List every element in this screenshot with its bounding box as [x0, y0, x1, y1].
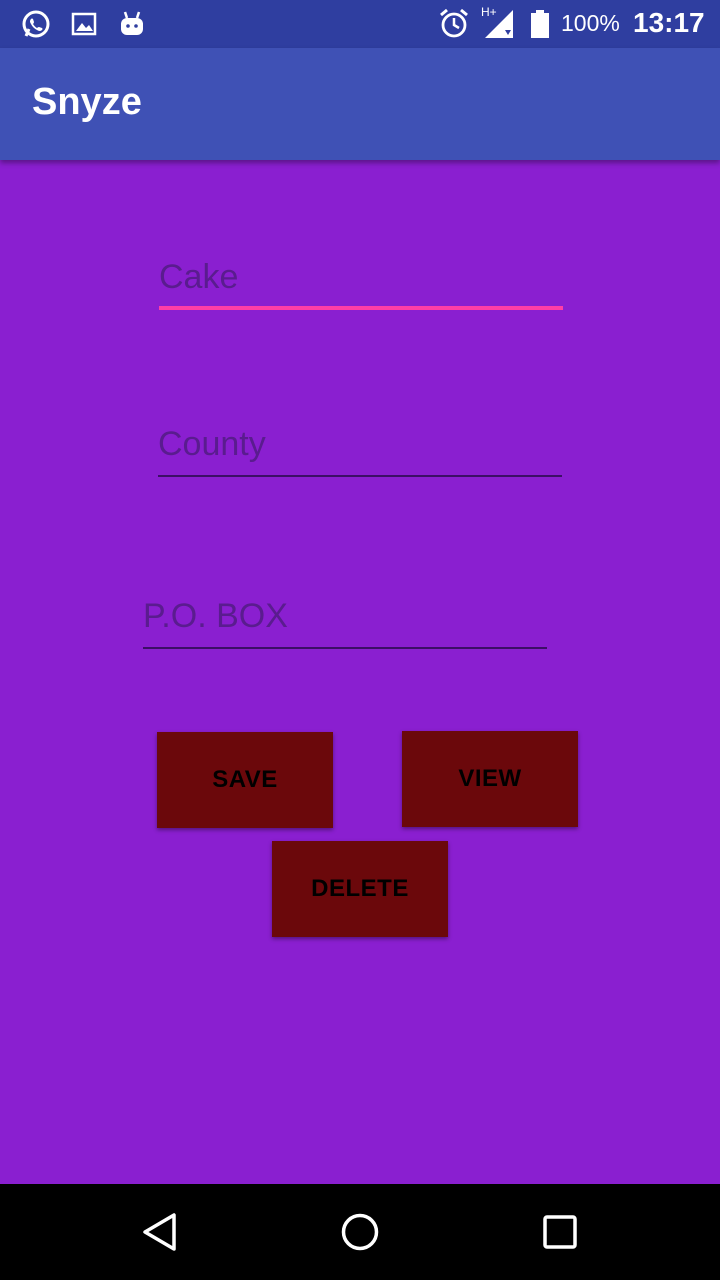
- po-box-field[interactable]: [143, 589, 547, 649]
- android-icon: [121, 11, 143, 35]
- status-bar: H+ 100% 13:17: [0, 0, 720, 48]
- county-underline: [158, 475, 562, 477]
- alarm-icon: [440, 8, 468, 38]
- save-button-label: SAVE: [212, 766, 278, 793]
- po-box-underline: [143, 647, 547, 649]
- app-bar: Snyze: [0, 48, 720, 160]
- cake-input[interactable]: [159, 250, 563, 304]
- signal-icon: [485, 10, 513, 38]
- battery-icon: [531, 10, 549, 38]
- delete-button[interactable]: DELETE: [272, 841, 448, 937]
- county-field[interactable]: [158, 417, 562, 477]
- navigation-bar: [0, 1184, 720, 1280]
- back-icon[interactable]: [140, 1212, 180, 1252]
- view-button[interactable]: VIEW: [402, 731, 578, 827]
- app-title: Snyze: [32, 81, 142, 123]
- home-icon[interactable]: [340, 1212, 380, 1252]
- cake-field[interactable]: [159, 250, 563, 310]
- battery-percent: 100%: [561, 10, 620, 36]
- view-button-label: VIEW: [458, 765, 522, 792]
- save-button[interactable]: SAVE: [157, 732, 333, 828]
- clock: 13:17: [633, 7, 705, 38]
- cake-underline: [159, 306, 563, 310]
- whatsapp-icon: [22, 10, 50, 38]
- delete-button-label: DELETE: [311, 875, 409, 902]
- po-box-input[interactable]: [143, 589, 547, 643]
- image-icon: [71, 12, 97, 36]
- recents-icon[interactable]: [540, 1212, 580, 1252]
- county-input[interactable]: [158, 417, 562, 471]
